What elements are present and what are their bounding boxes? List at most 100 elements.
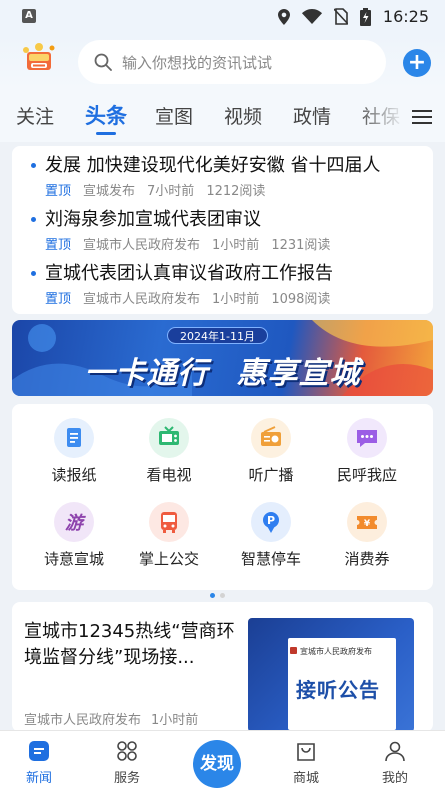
news-reads: 1231阅读	[271, 238, 331, 253]
service-label: 看电视	[146, 466, 192, 484]
radio-icon	[251, 418, 291, 458]
news-meta: 置顶 宣城市人民政府发布 1小时前 1231阅读	[45, 234, 330, 253]
news-nav-icon	[27, 739, 51, 763]
feature-thumbnail: 宣城市人民政府发布 接听公告	[248, 618, 414, 732]
news-source: 宣城市人民政府发布	[83, 238, 201, 253]
banner-slogan-b: 惠享宣城	[236, 356, 361, 391]
svg-text:¥: ¥	[364, 519, 371, 529]
bullet-icon	[31, 217, 36, 222]
nav-services[interactable]: 服务	[97, 739, 157, 786]
service-label: 掌上公交	[138, 550, 199, 568]
battery-charging-icon	[359, 7, 371, 26]
service-newspaper[interactable]: 读报纸	[34, 418, 114, 485]
location-icon	[277, 8, 290, 25]
search-placeholder: 输入你想找的资讯试试	[122, 53, 273, 72]
user-icon	[383, 739, 407, 763]
services-grid: 读报纸 看电视 听广播 民呼我应 游 诗意宣城 掌上公交 P 智慧停车 ¥ 消费…	[12, 404, 433, 598]
news-time: 1小时前	[212, 238, 260, 253]
pinned-news-card: 发展 加快建设现代化美好安徽 省十四届人 置顶 宣城发布 7小时前 1212阅读 刘海…	[12, 146, 433, 314]
tab-follow[interactable]: 关注	[16, 102, 54, 129]
tv-icon	[149, 418, 189, 458]
pinned-badge: 置顶	[45, 292, 72, 307]
tab-headlines[interactable]: 头条	[85, 100, 127, 130]
news-title: 宣城代表团认真审议省政府工作报告	[45, 263, 333, 284]
nav-label: 服务	[113, 771, 140, 786]
feature-news-card[interactable]: 宣城市12345热线“营商环境监督分线”现场接... 宣城市人民政府发布 1小时前…	[12, 602, 433, 732]
news-title: 发展 加快建设现代化美好安徽 省十四届人	[45, 155, 381, 176]
parking-icon: P	[251, 502, 291, 542]
service-citizen-response[interactable]: 民呼我应	[327, 418, 407, 485]
service-radio[interactable]: 听广播	[231, 418, 311, 485]
emblem-icon	[290, 647, 297, 654]
svg-text:P: P	[267, 514, 275, 527]
service-bus[interactable]: 掌上公交	[129, 502, 209, 569]
news-meta: 置顶 宣城发布 7小时前 1212阅读	[45, 180, 265, 199]
app-notification-icon: A	[22, 9, 36, 23]
service-tv[interactable]: 看电视	[129, 418, 209, 485]
thumb-org: 宣城市人民政府发布	[300, 647, 372, 656]
news-title: 刘海泉参加宣城代表团审议	[45, 209, 261, 230]
grid-icon	[115, 739, 139, 763]
news-item[interactable]: 宣城代表团认真审议省政府工作报告 置顶 宣城市人民政府发布 1小时前 1098阅读	[12, 258, 433, 312]
nav-label: 商城	[292, 771, 319, 786]
service-coupon[interactable]: ¥ 消费券	[327, 502, 407, 569]
tab-pictures[interactable]: 宣图	[155, 102, 193, 129]
services-pager	[210, 583, 230, 602]
nav-label: 我的	[381, 771, 408, 786]
service-label: 诗意宣城	[43, 550, 104, 568]
pager-dot-active	[210, 593, 215, 598]
banner-slogan: 一卡通行 惠享宣城	[12, 348, 433, 392]
message-icon	[347, 418, 387, 458]
thumb-title: 接听公告	[296, 678, 380, 702]
category-tabs: 关注 头条 宣图 视频 政情 社保	[0, 90, 445, 142]
feature-title: 宣城市12345热线“营商环境监督分线”现场接...	[24, 621, 235, 668]
search-bar[interactable]: 输入你想找的资讯试试	[78, 40, 386, 84]
news-reads: 1098阅读	[271, 292, 331, 307]
nav-discover[interactable]: 发现	[193, 740, 241, 788]
news-time: 1小时前	[212, 292, 260, 307]
tab-video[interactable]: 视频	[224, 102, 262, 129]
promo-banner[interactable]: 2024年1-11月 一卡通行 惠享宣城	[12, 320, 433, 396]
service-label: 听广播	[248, 466, 294, 484]
news-time: 7小时前	[147, 184, 195, 199]
nav-profile[interactable]: 我的	[365, 739, 425, 786]
service-label: 消费券	[344, 550, 390, 568]
app-logo[interactable]	[20, 42, 58, 78]
no-sim-icon	[333, 8, 348, 25]
feature-source: 宣城市人民政府发布	[24, 713, 142, 728]
wifi-icon	[301, 9, 322, 24]
status-time: 16:25	[382, 7, 429, 26]
travel-icon: 游	[54, 502, 94, 542]
status-bar: A 16:25	[0, 0, 445, 34]
news-reads: 1212阅读	[206, 184, 266, 199]
news-source: 宣城市人民政府发布	[83, 292, 201, 307]
pager-dot	[220, 593, 225, 598]
newspaper-icon	[54, 418, 94, 458]
feature-meta: 宣城市人民政府发布 1小时前	[24, 709, 198, 728]
banner-slogan-a: 一卡通行	[84, 356, 209, 391]
feature-time: 1小时前	[151, 713, 199, 728]
bus-icon	[149, 502, 189, 542]
add-button[interactable]: +	[403, 49, 431, 77]
top-header: 输入你想找的资讯试试 +	[0, 34, 445, 90]
news-source: 宣城发布	[83, 184, 136, 199]
tab-politics[interactable]: 政情	[293, 102, 331, 129]
service-smart-parking[interactable]: P 智慧停车	[231, 502, 311, 569]
tabs-fade	[355, 90, 405, 142]
service-poetic-xuancheng[interactable]: 游 诗意宣城	[34, 502, 114, 569]
active-tab-indicator	[96, 132, 116, 135]
service-label: 民呼我应	[336, 466, 397, 484]
search-icon	[94, 53, 112, 71]
nav-mall[interactable]: 商城	[276, 739, 336, 786]
svg-text:游: 游	[65, 513, 86, 534]
banner-date: 2024年1-11月	[167, 327, 268, 344]
service-label: 读报纸	[51, 466, 97, 484]
nav-news[interactable]: 新闻	[9, 739, 69, 786]
bottom-nav: 新闻 服务 发现 商城 我的	[0, 730, 445, 792]
nav-label: 新闻	[25, 771, 52, 786]
status-icons: 16:25	[277, 7, 429, 26]
menu-icon[interactable]	[412, 109, 432, 125]
pinned-badge: 置顶	[45, 238, 72, 253]
news-item[interactable]: 发展 加快建设现代化美好安徽 省十四届人 置顶 宣城发布 7小时前 1212阅读	[12, 150, 433, 204]
news-item[interactable]: 刘海泉参加宣城代表团审议 置顶 宣城市人民政府发布 1小时前 1231阅读	[12, 204, 433, 258]
